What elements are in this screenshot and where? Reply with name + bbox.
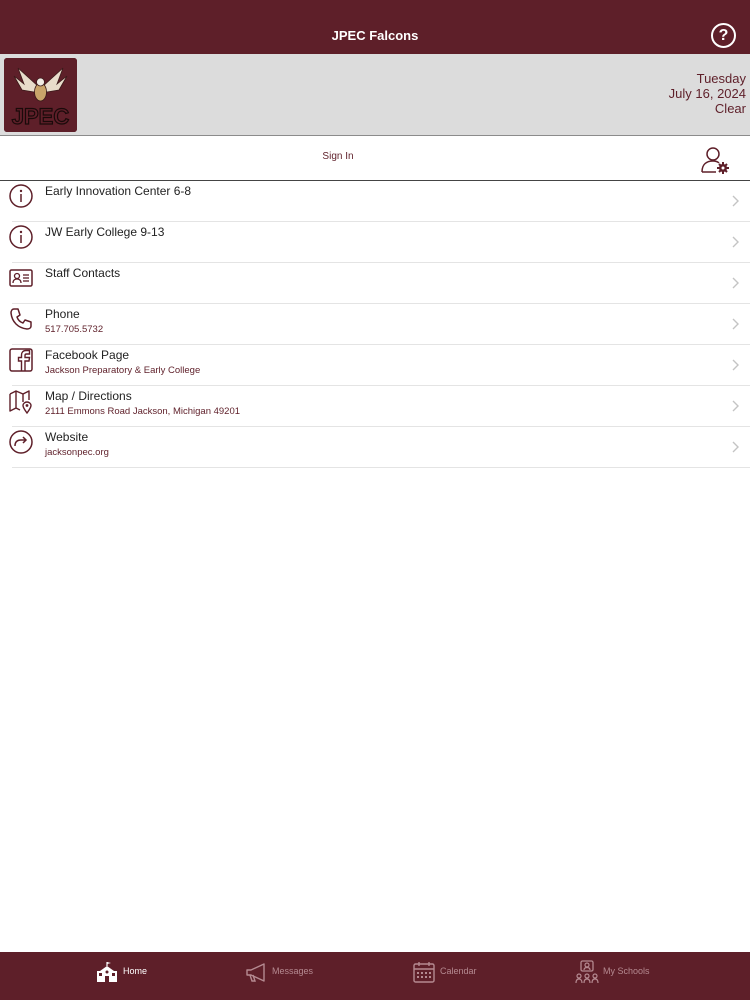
- date-full: July 16, 2024: [668, 86, 746, 101]
- chevron-right-icon: [732, 277, 739, 289]
- tab-label: Messages: [272, 966, 314, 976]
- bottom-tab-bar: Home Messages Calendar My Schools: [0, 952, 750, 1000]
- logo-lettering: JPEC: [12, 104, 70, 129]
- map-icon: [9, 390, 32, 414]
- chevron-right-icon: [732, 359, 739, 371]
- tab-my-schools[interactable]: My Schools: [575, 952, 675, 1000]
- school-logo: JPEC: [4, 58, 77, 132]
- list-item-website[interactable]: Website jacksonpec.org: [9, 427, 750, 468]
- list-item-staff-contacts[interactable]: Staff Contacts: [9, 263, 750, 304]
- list-item-subtitle: 2111 Emmons Road Jackson, Michigan 49201: [45, 406, 241, 417]
- help-icon[interactable]: ?: [711, 23, 736, 48]
- date-day: Tuesday: [696, 71, 746, 86]
- user-settings-icon[interactable]: [700, 145, 730, 175]
- info-icon: [9, 184, 33, 208]
- list-item-title: Website: [45, 430, 89, 444]
- list-item-subtitle: jacksonpec.org: [45, 447, 109, 458]
- sign-in-label[interactable]: Sign In: [0, 151, 676, 162]
- list-item-phone[interactable]: Phone 517.705.5732: [10, 304, 750, 345]
- chevron-right-icon: [732, 400, 739, 412]
- chevron-right-icon: [732, 236, 739, 248]
- facebook-icon: [9, 348, 33, 372]
- list-item-map[interactable]: Map / Directions 2111 Emmons Road Jackso…: [9, 386, 750, 427]
- group-icon: [575, 960, 599, 984]
- school-house-icon: [97, 962, 117, 982]
- list-item-facebook[interactable]: Facebook Page Jackson Preparatory & Earl…: [9, 345, 750, 386]
- contact-card-icon: [9, 269, 33, 287]
- megaphone-icon: [246, 963, 265, 982]
- top-bar: JPEC Falcons ?: [0, 0, 750, 54]
- list-item-jw-early-college[interactable]: JW Early College 9-13: [9, 222, 750, 263]
- list-item-title: Map / Directions: [45, 389, 132, 403]
- clear-button[interactable]: Clear: [669, 101, 746, 116]
- phone-icon: [10, 308, 32, 330]
- list-item-subtitle: 517.705.5732: [45, 324, 104, 335]
- list-item-title: JW Early College 9-13: [45, 225, 165, 239]
- tab-label: Calendar: [440, 966, 477, 976]
- website-icon: [9, 430, 33, 454]
- list-item-subtitle: Jackson Preparatory & Early College: [45, 365, 201, 376]
- list-item-title: Facebook Page: [45, 348, 130, 362]
- sign-in-row[interactable]: Sign In: [0, 137, 750, 181]
- tab-calendar[interactable]: Calendar: [412, 952, 502, 1000]
- date-display: Tuesday July 16, 2024 Clear: [669, 71, 746, 116]
- tab-messages[interactable]: Messages: [244, 952, 334, 1000]
- chevron-right-icon: [732, 318, 739, 330]
- list-item-title: Early Innovation Center 6-8: [45, 184, 192, 198]
- calendar-icon: [413, 962, 435, 983]
- info-icon: [9, 225, 33, 249]
- tab-label: My Schools: [603, 966, 650, 976]
- list-item-early-innovation[interactable]: Early Innovation Center 6-8: [9, 181, 750, 222]
- app-title: JPEC Falcons: [331, 28, 419, 43]
- chevron-right-icon: [732, 195, 739, 207]
- info-list: Early Innovation Center 6-8 JW Early Col…: [0, 181, 750, 468]
- school-banner: JPEC Tuesday July 16, 2024 Clear: [0, 54, 750, 136]
- list-item-title: Phone: [45, 307, 80, 321]
- tab-home[interactable]: Home: [95, 952, 175, 1000]
- list-item-title: Staff Contacts: [45, 266, 121, 280]
- tab-label: Home: [123, 966, 148, 976]
- chevron-right-icon: [732, 441, 739, 453]
